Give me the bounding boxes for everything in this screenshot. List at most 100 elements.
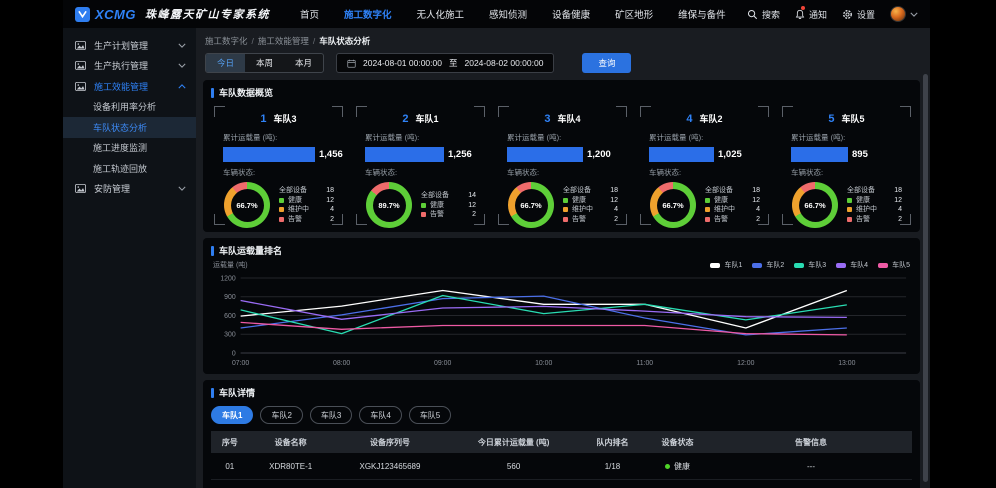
load-bar-row: 1,456 [223, 146, 334, 162]
status-text: 健康 [674, 461, 690, 472]
nav-item-施工数字化[interactable]: 施工数字化 [344, 7, 392, 21]
quick-range-今日[interactable]: 今日 [206, 54, 245, 72]
card-corner [214, 214, 225, 225]
svg-text:09:00: 09:00 [434, 360, 451, 367]
quick-range-本月[interactable]: 本月 [284, 54, 323, 72]
nav-item-设备健康[interactable]: 设备健康 [552, 7, 590, 21]
sidebar-item-label: 生产计划管理 [94, 39, 178, 52]
fleet-name: 车队1 [416, 114, 439, 124]
vertical-scrollbar[interactable] [923, 74, 928, 482]
load-ranking-panel: 车队运载量排名 运载量 (吨) 车队1车队2车队3车队4车队5 03006009… [203, 238, 920, 374]
query-button[interactable]: 查询 [582, 53, 631, 73]
fleet-tab-车队1[interactable]: 车队1 [211, 406, 253, 424]
card-corner [498, 214, 509, 225]
card-header: 3车队4 [507, 109, 618, 127]
table-cell: 2/18 [580, 480, 645, 488]
breadcrumb-item[interactable]: 施工效能管理 [258, 36, 309, 46]
fleet-tab-车队4[interactable]: 车队4 [359, 406, 401, 424]
table-cell: XDR80TE-2 [249, 480, 333, 488]
action-search[interactable]: 搜索 [747, 8, 780, 21]
donut-legend-row: 告警2 [847, 216, 902, 223]
table-cell: XGKJ123465689 [333, 480, 448, 488]
donut-percentage: 66.7% [799, 189, 832, 222]
nav-item-无人化施工[interactable]: 无人化施工 [417, 7, 465, 21]
card-corner [616, 106, 627, 117]
legend-value: 18 [752, 187, 760, 194]
table-row: 02XDR80TE-2XGKJ1234656895502/18告警剩余油量不足，… [211, 480, 912, 488]
fleet-card: 2车队1 累计运载量 (吨): 1,256 车辆状态: 89.7% 全部设备14… [356, 106, 485, 225]
avatar[interactable] [890, 6, 906, 22]
table-cell: 02 [211, 480, 249, 488]
status-donut-chart: 66.7% [508, 182, 554, 228]
column-header: 设备状态 [645, 431, 710, 453]
card-corner [332, 106, 343, 117]
nav-item-矿区地形[interactable]: 矿区地形 [615, 7, 653, 21]
breadcrumb-item[interactable]: 施工数字化 [205, 36, 248, 46]
chart-legend-item-车队4[interactable]: 车队4 [836, 260, 868, 270]
legend-value: 12 [326, 197, 334, 204]
card-corner [332, 214, 343, 225]
status-donut-chart: 66.7% [224, 182, 270, 228]
app-window: XCMG 珠峰露天矿山专家系统 首页施工数字化无人化施工感知侦测设备健康矿区地形… [63, 0, 930, 488]
nav-item-感知侦测[interactable]: 感知侦测 [489, 7, 527, 21]
column-header: 设备名称 [249, 431, 333, 453]
chart-legend-item-车队3[interactable]: 车队3 [794, 260, 826, 270]
fleet-tab-车队3[interactable]: 车队3 [310, 406, 352, 424]
nav-item-维保与备件[interactable]: 维保与备件 [678, 7, 726, 21]
date-range-picker[interactable]: 2024-08-01 00:00:00 至 2024-08-02 00:00:0… [336, 53, 554, 73]
fleet-table: 序号设备名称设备序列号今日累计运载量 (吨)队内排名设备状态告警信息 01XDR… [211, 431, 912, 488]
user-menu[interactable] [890, 6, 918, 22]
card-corner [758, 214, 769, 225]
status-cell: 告警 [645, 480, 710, 488]
card-corner [356, 214, 367, 225]
sidebar-item-生产计划管理[interactable]: 生产计划管理 [63, 35, 196, 56]
fleet-overview-panel: 车队数据概览 1车队3 累计运载量 (吨): 1,456 车辆状态: 66.7%… [203, 80, 920, 232]
detail-title-text: 车队详情 [219, 386, 255, 399]
chart-legend-item-车队1[interactable]: 车队1 [710, 260, 742, 270]
sidebar-subitem-设备利用率分析[interactable]: 设备利用率分析 [63, 97, 196, 118]
legend-chip-red [279, 217, 284, 222]
svg-text:0: 0 [232, 350, 236, 357]
sidebar-item-生产执行管理[interactable]: 生产执行管理 [63, 56, 196, 77]
sidebar-subitem-施工进度监测[interactable]: 施工进度监测 [63, 138, 196, 159]
sidebar-subitem-车队状态分析[interactable]: 车队状态分析 [63, 117, 196, 138]
fleet-tab-车队2[interactable]: 车队2 [260, 406, 302, 424]
svg-text:12:00: 12:00 [737, 360, 754, 367]
legend-label: 维护中 [572, 206, 614, 213]
legend-label: 维护中 [856, 206, 898, 213]
donut-legend: 全部设备18健康12维护中4告警2 [705, 187, 760, 223]
fleet-tab-车队5[interactable]: 车队5 [409, 406, 451, 424]
action-bell[interactable]: 通知 [795, 8, 827, 21]
nav-item-首页[interactable]: 首页 [300, 7, 319, 21]
column-header: 设备序列号 [333, 431, 448, 453]
legend-label: 健康 [856, 197, 894, 204]
table-cell: 550 [447, 480, 580, 488]
donut-legend-row: 维护中4 [563, 206, 618, 213]
legend-value: 12 [610, 197, 618, 204]
load-label: 累计运载量 (吨): [649, 132, 760, 143]
chart-legend-item-车队2[interactable]: 车队2 [752, 260, 784, 270]
legend-swatch [878, 263, 888, 268]
donut-legend-row: 维护中4 [847, 206, 902, 213]
notification-badge [801, 6, 805, 10]
legend-value: 4 [898, 206, 902, 213]
chart-legend-item-车队5[interactable]: 车队5 [878, 260, 910, 270]
title-accent-bar [211, 88, 214, 98]
quick-range-本周[interactable]: 本周 [245, 54, 284, 72]
legend-name: 车队3 [808, 260, 826, 270]
sidebar-subitem-施工轨迹回放[interactable]: 施工轨迹回放 [63, 158, 196, 179]
table-header: 序号设备名称设备序列号今日累计运载量 (吨)队内排名设备状态告警信息 [211, 431, 912, 453]
sidebar-item-安防管理[interactable]: 安防管理 [63, 179, 196, 200]
card-corner [474, 106, 485, 117]
fleet-card: 3车队4 累计运载量 (吨): 1,200 车辆状态: 66.7% 全部设备18… [498, 106, 627, 225]
legend-chip-red [421, 212, 426, 217]
legend-name: 车队1 [724, 260, 742, 270]
sidebar-item-施工效能管理[interactable]: 施工效能管理 [63, 76, 196, 97]
load-bar [649, 147, 714, 162]
legend-label: 维护中 [288, 206, 330, 213]
xcmg-logo-icon [75, 7, 90, 22]
legend-value: 18 [326, 187, 334, 194]
action-gear[interactable]: 设置 [842, 8, 875, 21]
chart-title: 车队运载量排名 [211, 244, 912, 257]
action-label: 搜索 [762, 8, 780, 21]
